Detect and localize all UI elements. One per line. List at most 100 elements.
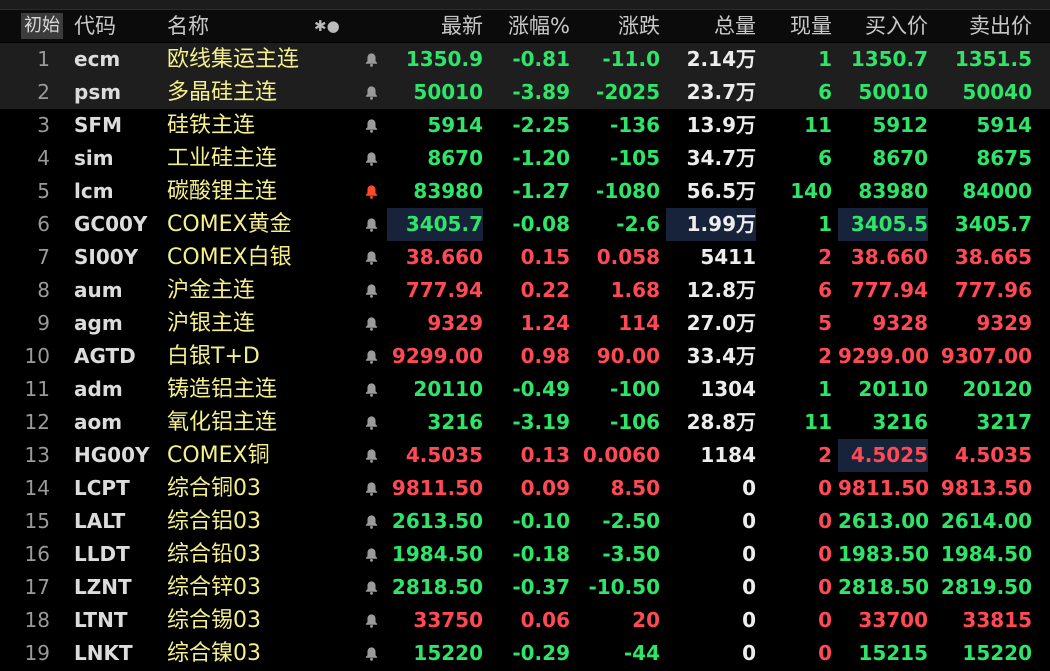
tab-partial-6[interactable]: ━━━ bbox=[730, 0, 753, 9]
bell-icon[interactable] bbox=[364, 307, 382, 340]
row-chg: 8.50 bbox=[610, 476, 660, 500]
bell-icon[interactable] bbox=[364, 208, 382, 241]
table-row[interactable]: 5 lcm 碳酸锂主连 83980 -1.27 -1080 56.5万 140 83980 840… bbox=[0, 175, 1050, 208]
row-index: 9 bbox=[37, 311, 50, 335]
bell-icon[interactable] bbox=[364, 142, 382, 175]
table-row[interactable]: 13 HG00Y COMEX铜 4.5035 0.13 0.0060 1184 2 4.5025… bbox=[0, 439, 1050, 472]
table-row[interactable]: 17 LZNT 综合锌03 2818.50 -0.37 -10.50 0 0 2818.50 28… bbox=[0, 571, 1050, 604]
table-row[interactable]: 4 sim 工业硅主连 8670 -1.20 -105 34.7万 6 8670 8675 bbox=[0, 142, 1050, 175]
row-vol: 0 bbox=[742, 641, 756, 665]
table-row[interactable]: 7 SI00Y COMEX白银 38.660 0.15 0.058 5411 2 38.660 3… bbox=[0, 241, 1050, 274]
bell-icon[interactable] bbox=[364, 571, 382, 604]
col-header-vol[interactable]: 总量 bbox=[666, 10, 756, 42]
table-row[interactable]: 18 LTNT 综合锡03 33750 0.06 20 0 0 33700 33815 bbox=[0, 604, 1050, 637]
row-ask: 3217 bbox=[976, 410, 1032, 434]
table-row[interactable]: 10 AGTD 白银T+D 9299.00 0.98 90.00 33.4万 2 9299.00… bbox=[0, 340, 1050, 373]
bell-icon[interactable] bbox=[364, 241, 382, 274]
bell-icon[interactable] bbox=[364, 637, 382, 670]
table-row[interactable]: 11 adm 铸造铝主连 20110 -0.49 -100 1304 1 20110 20120 bbox=[0, 373, 1050, 406]
bell-icon[interactable] bbox=[364, 175, 382, 208]
row-cur: 6 bbox=[818, 278, 832, 302]
bell-icon[interactable] bbox=[364, 439, 382, 472]
row-name: 综合铜03 bbox=[167, 476, 261, 501]
table-row[interactable]: 1 ecm 欧线集运主连 1350.9 -0.81 -11.0 2.14万 1 1350.7 13… bbox=[0, 43, 1050, 76]
table-row[interactable]: 19 LNKT 综合镍03 15220 -0.29 -44 0 0 15215 15220 bbox=[0, 637, 1050, 670]
row-ask: 777.96 bbox=[954, 278, 1032, 302]
row-name: 工业硅主连 bbox=[167, 146, 278, 171]
bell-icon[interactable] bbox=[364, 109, 382, 142]
table-row[interactable]: 6 GC00Y COMEX黄金 3405.7 -0.08 -2.6 1.99万 1 3405.5… bbox=[0, 208, 1050, 241]
row-index: 12 bbox=[24, 410, 50, 434]
col-header-pct[interactable]: 涨幅% bbox=[490, 10, 570, 42]
init-button[interactable]: 初始 bbox=[21, 13, 63, 39]
row-code: GC00Y bbox=[74, 212, 148, 236]
row-name: 碳酸锂主连 bbox=[167, 179, 278, 204]
tab-partial-5[interactable]: ━━━ bbox=[590, 0, 613, 9]
col-header-bid[interactable]: 买入价 bbox=[838, 10, 928, 42]
bell-icon[interactable] bbox=[364, 472, 382, 505]
row-index: 16 bbox=[24, 542, 50, 566]
table-row[interactable]: 12 aom 氧化铝主连 3216 -3.19 -106 28.8万 11 3216 3217 bbox=[0, 406, 1050, 439]
col-header-chg[interactable]: 涨跌 bbox=[578, 10, 660, 42]
bell-icon[interactable] bbox=[364, 505, 382, 538]
row-pct: -0.49 bbox=[512, 377, 570, 401]
tab-partial-3[interactable]: ━━━ bbox=[315, 0, 338, 9]
row-pct: -1.27 bbox=[512, 179, 570, 203]
row-ask: 9329 bbox=[976, 311, 1032, 335]
col-header-cur[interactable]: 现量 bbox=[762, 10, 832, 42]
row-code: sim bbox=[74, 146, 114, 170]
bell-icon[interactable] bbox=[364, 340, 382, 373]
col-header-code[interactable]: 代码 bbox=[74, 10, 116, 42]
row-chg: -44 bbox=[623, 641, 660, 665]
row-code: LCPT bbox=[74, 476, 130, 500]
table-row[interactable]: 9 agm 沪银主连 9329 1.24 114 27.0万 5 9328 9329 bbox=[0, 307, 1050, 340]
bell-icon[interactable] bbox=[364, 373, 382, 406]
row-chg: -2.50 bbox=[602, 509, 660, 533]
row-bid: 38.660 bbox=[850, 245, 928, 269]
row-name: 综合镍03 bbox=[167, 641, 261, 666]
row-index: 10 bbox=[24, 344, 50, 368]
bell-icon[interactable] bbox=[364, 274, 382, 307]
table-row[interactable]: 16 LLDT 综合铅03 1984.50 -0.18 -3.50 0 0 1983.50 198… bbox=[0, 538, 1050, 571]
row-code: LNKT bbox=[74, 641, 133, 665]
row-vol: 27.0万 bbox=[686, 311, 756, 335]
table-row[interactable]: 2 psm 多晶硅主连 50010 -3.89 -2025 23.7万 6 50010 50040 bbox=[0, 76, 1050, 109]
row-pct: 0.13 bbox=[520, 443, 570, 467]
settings-icon[interactable]: ✱● bbox=[314, 10, 340, 42]
row-name: COMEX白银 bbox=[167, 245, 292, 270]
row-name: COMEX铜 bbox=[167, 443, 270, 468]
col-header-name[interactable]: 名称 bbox=[167, 10, 209, 42]
table-row[interactable]: 14 LCPT 综合铜03 9811.50 0.09 8.50 0 0 9811.50 9813.… bbox=[0, 472, 1050, 505]
row-vol: 0 bbox=[742, 476, 756, 500]
col-header-ask[interactable]: 卖出价 bbox=[936, 10, 1032, 42]
row-bid: 5912 bbox=[872, 113, 928, 137]
tab-partial-4[interactable]: ━━━ bbox=[455, 0, 478, 9]
row-cur: 2 bbox=[818, 443, 832, 467]
row-vol: 33.4万 bbox=[686, 344, 756, 368]
bell-icon[interactable] bbox=[364, 538, 382, 571]
tab-partial-2[interactable]: ━━━ bbox=[180, 0, 203, 9]
bell-icon[interactable] bbox=[364, 76, 382, 109]
bell-icon[interactable] bbox=[364, 604, 382, 637]
row-cur: 6 bbox=[818, 146, 832, 170]
table-row[interactable]: 15 LALT 综合铝03 2613.50 -0.10 -2.50 0 0 2613.00 261… bbox=[0, 505, 1050, 538]
row-name: 氧化铝主连 bbox=[167, 410, 278, 435]
row-cur: 0 bbox=[818, 542, 832, 566]
row-last: 777.94 bbox=[405, 278, 483, 302]
row-chg: -1080 bbox=[596, 179, 660, 203]
bell-icon[interactable] bbox=[364, 406, 382, 439]
row-index: 14 bbox=[24, 476, 50, 500]
table-row[interactable]: 8 aum 沪金主连 777.94 0.22 1.68 12.8万 6 777.94 777.96 bbox=[0, 274, 1050, 307]
row-vol: 56.5万 bbox=[686, 179, 756, 203]
row-name: 沪银主连 bbox=[167, 311, 256, 336]
tab-partial-1[interactable]: ━━━ bbox=[54, 0, 77, 9]
tab-partial-8[interactable]: ━━━ bbox=[1000, 0, 1023, 9]
bell-icon[interactable] bbox=[364, 43, 382, 76]
table-row[interactable]: 3 SFM 硅铁主连 5914 -2.25 -136 13.9万 11 5912 5914 bbox=[0, 109, 1050, 142]
row-cur: 0 bbox=[818, 476, 832, 500]
row-name: 沪金主连 bbox=[167, 278, 256, 303]
row-bid: 9811.50 bbox=[838, 476, 930, 500]
row-vol: 12.8万 bbox=[686, 278, 756, 302]
col-header-last[interactable]: 最新 bbox=[387, 10, 483, 42]
tab-partial-7[interactable]: ━━━ bbox=[870, 0, 893, 9]
